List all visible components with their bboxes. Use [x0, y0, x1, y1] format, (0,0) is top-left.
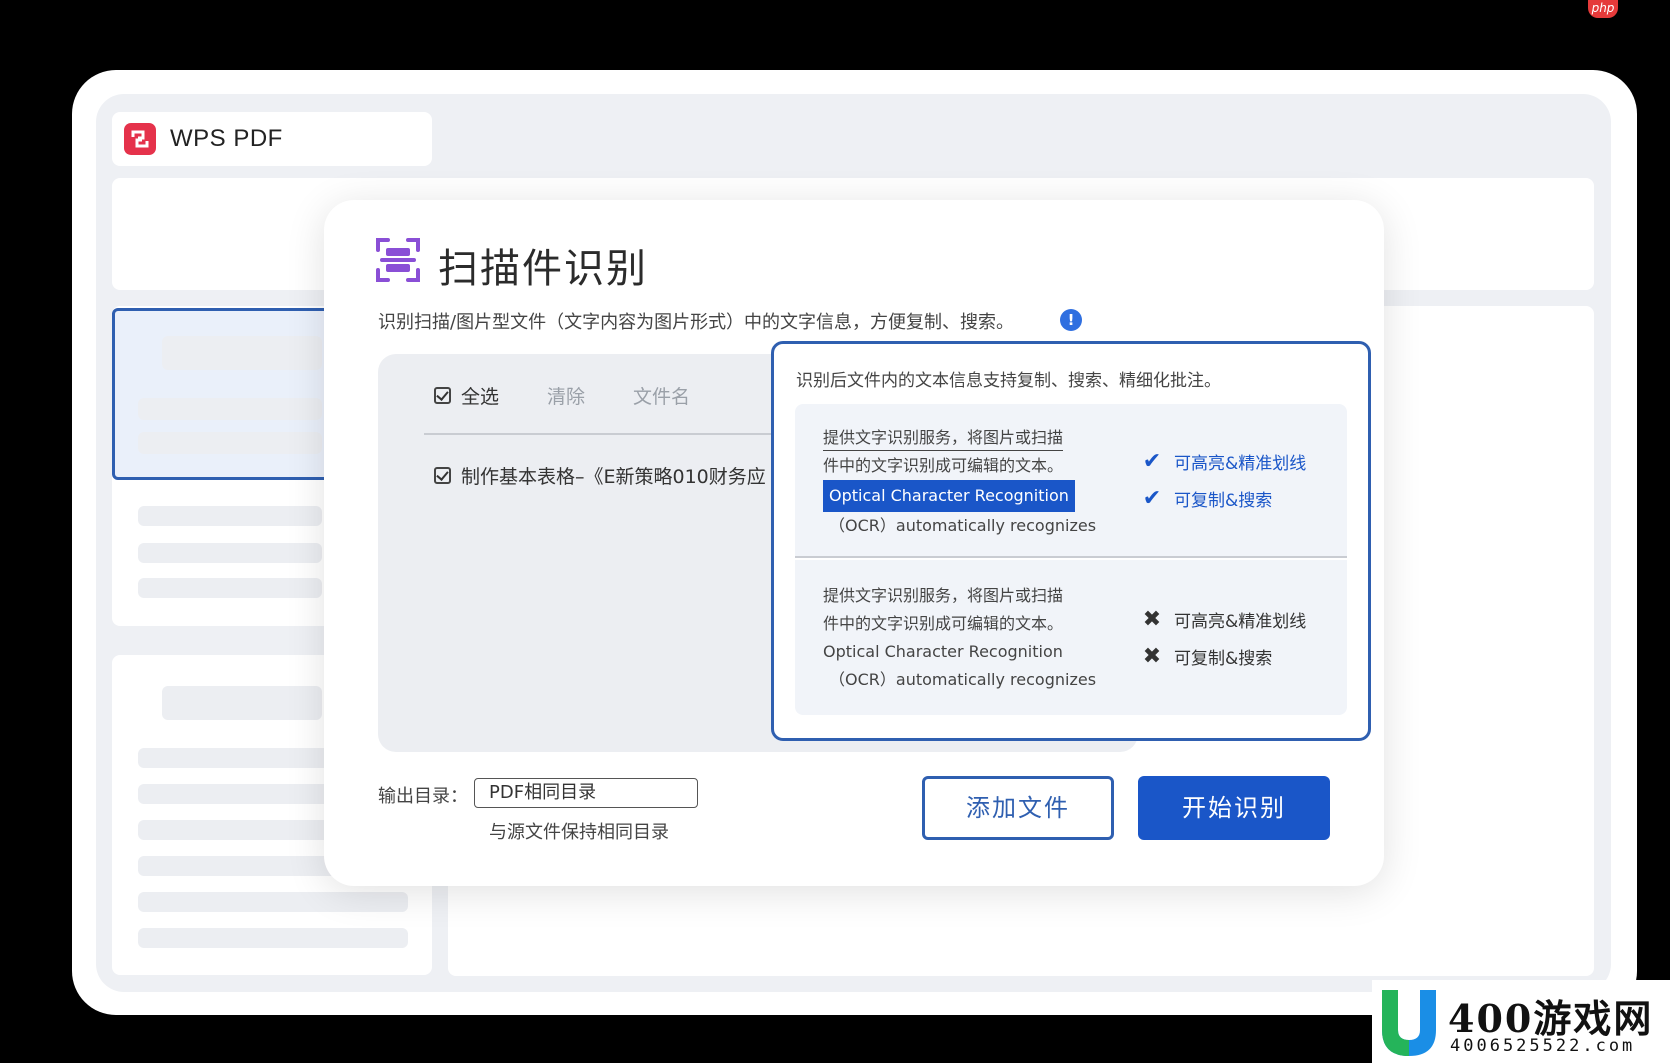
- clear-button[interactable]: 清除: [547, 382, 585, 409]
- sample-text-line: 提供文字识别服务，将图片或扫描: [823, 426, 1064, 451]
- add-file-button[interactable]: 添加文件: [922, 776, 1114, 840]
- placeholder-bar: [162, 336, 322, 370]
- placeholder-bar: [138, 543, 322, 563]
- feature-highlight-enabled: ✔ 可高亮&精准划线: [1140, 449, 1306, 474]
- file-list-toolbar: 全选 清除 文件名: [434, 382, 690, 409]
- check-icon: ✔: [1142, 486, 1162, 511]
- sample-text-line: （OCR）automatically recognizes: [829, 670, 1097, 689]
- app-title-bar: WPS PDF: [112, 112, 432, 166]
- feature-copy-enabled: ✔ 可复制&搜索: [1140, 486, 1272, 511]
- placeholder-bar: [138, 398, 322, 420]
- output-dir-label: 输出目录：: [378, 786, 468, 807]
- toolbar-divider: [424, 433, 784, 435]
- sample-text-line: Optical Character Recognition: [823, 642, 1063, 661]
- dialog-description: 识别扫描/图片型文件（文字内容为图片形式）中的文字信息，方便复制、搜索。: [378, 312, 1015, 333]
- list-item[interactable]: 制作基本表格–《E新策略010财务应: [434, 462, 766, 489]
- placeholder-bar: [138, 506, 322, 526]
- highlighted-text: Optical Character Recognition: [823, 480, 1075, 512]
- cross-icon: ✖: [1142, 644, 1162, 669]
- placeholder-bar: [162, 686, 322, 720]
- app-name: WPS PDF: [170, 125, 283, 152]
- info-icon[interactable]: !: [1060, 309, 1082, 331]
- sample-text-line: 件中的文字识别成可编辑的文本。: [823, 456, 1064, 475]
- feature-label: 可高亮&精准划线: [1174, 454, 1307, 474]
- placeholder-bar: [138, 578, 322, 598]
- select-all-label[interactable]: 全选: [461, 382, 499, 409]
- ocr-disabled-text: 提供文字识别服务，将图片或扫描 件中的文字识别成可编辑的文本。 Optical …: [823, 582, 1096, 694]
- file-name: 制作基本表格–《E新策略010财务应: [461, 466, 766, 488]
- filename-column-header: 文件名: [633, 386, 691, 408]
- site-url: 4006525522.com: [1450, 1036, 1636, 1056]
- wps-pdf-logo-icon: [124, 123, 156, 155]
- php-watermark-badge: php: [1588, 0, 1618, 18]
- placeholder-bar: [138, 432, 322, 454]
- select-all-checkbox[interactable]: [434, 387, 451, 404]
- sample-text-line: （OCR）automatically recognizes: [829, 516, 1097, 535]
- ocr-enabled-text: 提供文字识别服务，将图片或扫描 件中的文字识别成可编辑的文本。 Optical …: [823, 424, 1096, 540]
- placeholder-bar: [138, 892, 408, 912]
- sample-text-line: 件中的文字识别成可编辑的文本。: [823, 614, 1064, 633]
- sample-text-line: 提供文字识别服务，将图片或扫描: [823, 586, 1064, 605]
- popup-header: 识别后文件内的文本信息支持复制、搜索、精细化批注。: [796, 371, 1221, 391]
- start-recognition-button[interactable]: 开始识别: [1138, 776, 1330, 840]
- output-dir-select[interactable]: PDF相同目录: [474, 778, 698, 808]
- feature-label: 可高亮&精准划线: [1174, 612, 1307, 632]
- feature-label: 可复制&搜索: [1174, 491, 1273, 511]
- placeholder-bar: [138, 928, 408, 948]
- dialog-title: 扫描件识别: [438, 246, 648, 292]
- file-checkbox[interactable]: [434, 467, 451, 484]
- feature-copy-disabled: ✖ 可复制&搜索: [1140, 644, 1272, 669]
- feature-label: 可复制&搜索: [1174, 649, 1273, 669]
- check-icon: ✔: [1142, 449, 1162, 474]
- site-name: 400游戏网: [1448, 996, 1654, 1041]
- feature-highlight-disabled: ✖ 可高亮&精准划线: [1140, 607, 1306, 632]
- cross-icon: ✖: [1142, 607, 1162, 632]
- output-dir-hint: 与源文件保持相同目录: [489, 822, 669, 843]
- site-logo-icon: [1376, 984, 1442, 1063]
- scan-icon: [376, 238, 420, 286]
